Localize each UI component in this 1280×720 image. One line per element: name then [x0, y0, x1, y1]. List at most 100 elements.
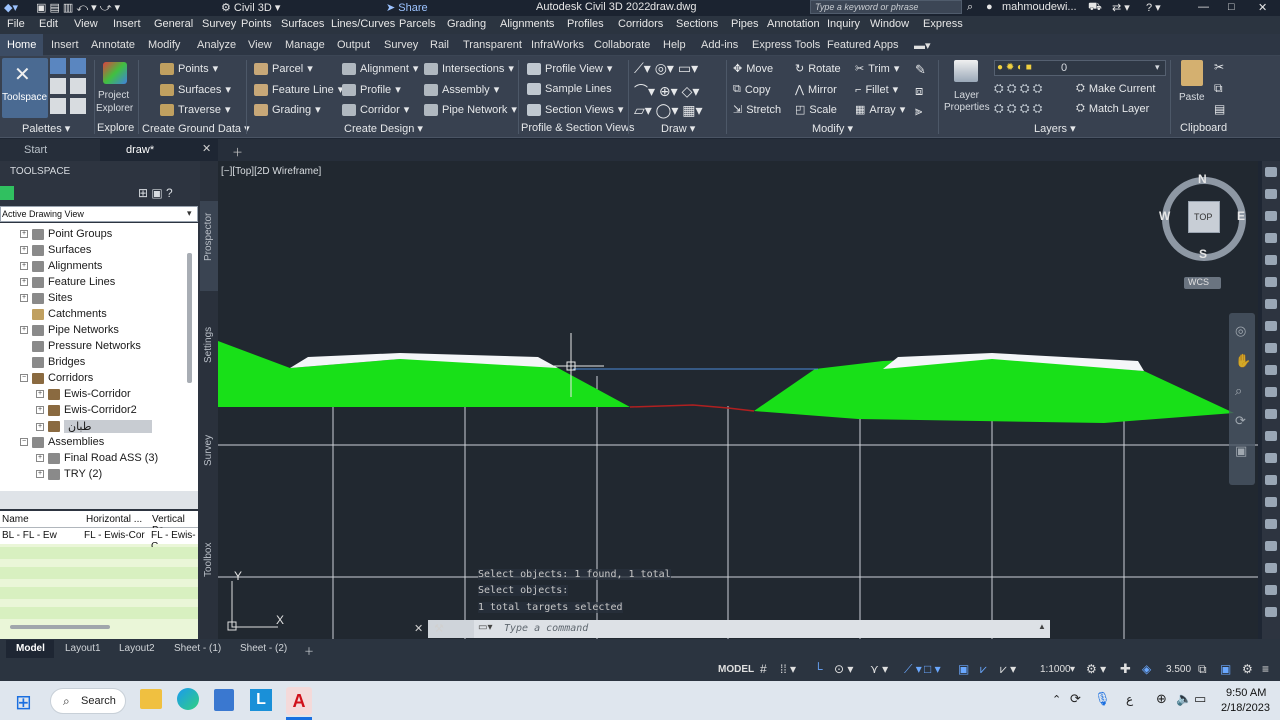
app-logo-icon[interactable]: ◆▾ — [4, 1, 18, 14]
mirror-button[interactable]: ⋀ Mirror — [795, 83, 837, 97]
close-tab-icon[interactable]: ✕ — [202, 142, 211, 155]
array-button[interactable]: ▦ Array ▾ — [855, 103, 905, 117]
panel-draw[interactable]: Draw ▾ — [661, 122, 695, 135]
tree-item-corridor-arabic[interactable]: + طبان — [36, 420, 152, 433]
pipe-network-button[interactable]: Pipe Network ▾ — [424, 103, 517, 116]
expand-icon[interactable]: + — [36, 390, 44, 398]
menu-grading[interactable]: Grading — [447, 18, 486, 30]
taskbar-search[interactable]: ⌕ Search — [50, 688, 126, 714]
cut-icon[interactable]: ✂ — [1214, 60, 1224, 74]
model-space-button[interactable]: MODEL — [718, 664, 754, 675]
tab-insert[interactable]: Insert — [51, 39, 79, 51]
expand-icon[interactable]: + — [20, 294, 28, 302]
menu-pipes[interactable]: Pipes — [731, 18, 759, 30]
tool-icon[interactable] — [1265, 475, 1277, 485]
compass-s[interactable]: S — [1199, 247, 1207, 261]
menu-express[interactable]: Express — [923, 18, 963, 30]
points-button[interactable]: Points ▾ — [160, 62, 218, 75]
osnap-icon[interactable]: □ ▾ — [924, 662, 941, 676]
menu-general[interactable]: General — [154, 18, 193, 30]
maximize-icon[interactable]: □ — [1228, 1, 1235, 13]
zoom-icon[interactable]: ⌕ — [1235, 383, 1242, 399]
section-views-button[interactable]: Section Views ▾ — [527, 103, 623, 116]
collapse-icon[interactable]: − — [20, 374, 28, 382]
annotation-scale-icon[interactable]: ⩗ ▾ — [1000, 662, 1016, 677]
tree-item-assemblies[interactable]: − Assemblies — [20, 436, 104, 448]
tree-item-alignments[interactable]: + Alignments — [20, 260, 102, 272]
tab-infraworks[interactable]: InfraWorks — [531, 39, 584, 51]
user-icon[interactable]: ● — [986, 1, 993, 13]
showmotion-icon[interactable]: ▣ — [1235, 443, 1247, 459]
tool-icon[interactable] — [1265, 431, 1277, 441]
draw-shape-tools[interactable]: ▱▾ ◯▾ ▦▾ — [634, 102, 703, 119]
polar-icon[interactable]: ⊙ ▾ — [834, 662, 853, 676]
tab-start[interactable]: Start — [24, 144, 47, 156]
tree-item-ewis-corridor[interactable]: + Ewis-Corridor — [36, 388, 131, 400]
command-input[interactable]: ▭▾ Type a command ▲ — [474, 620, 1050, 638]
layout-tab-layout1[interactable]: Layout1 — [65, 643, 101, 654]
table-row[interactable]: BL - FL - Ew FL - Ewis-Cor FL - Ewis-C — [0, 528, 198, 552]
scale-select[interactable]: 1:1000 — [1040, 664, 1071, 675]
menu-corridors[interactable]: Corridors — [618, 18, 663, 30]
draw-line-tools[interactable]: ⟋▾ ◎▾ ▭▾ — [634, 60, 698, 77]
tool-icon[interactable] — [1265, 321, 1277, 331]
side-tab-toolbox[interactable]: Toolbox — [203, 543, 214, 577]
layer-tools-row-2[interactable]: ⛭ ⛭ ⛭ ⛭ — [994, 101, 1042, 116]
ortho-icon[interactable]: └ — [814, 662, 823, 676]
modify-extra-tools-1[interactable]: ✎ — [915, 62, 926, 78]
battery-icon[interactable]: ▭ — [1194, 691, 1206, 707]
copy-button[interactable]: ⧉ Copy — [733, 83, 771, 96]
chevron-up-icon[interactable]: ⌃ — [1052, 693, 1061, 706]
new-layout-icon[interactable]: ＋ — [304, 643, 314, 658]
tree-item-pipe-networks[interactable]: + Pipe Networks — [20, 324, 119, 336]
tool-icon[interactable] — [1265, 607, 1277, 617]
gear-icon[interactable]: ⚙ ▾ — [1086, 662, 1106, 676]
layer-properties-button[interactable]: Layer Properties — [944, 58, 990, 118]
profile-button[interactable]: Profile ▾ — [342, 83, 401, 96]
tool-icon[interactable] — [1265, 585, 1277, 595]
tool-icon[interactable] — [1265, 211, 1277, 221]
make-current-button[interactable]: ⛭ Make Current — [1076, 82, 1155, 95]
tree-item-corridors[interactable]: − Corridors — [20, 372, 93, 384]
tool-icon[interactable] — [1265, 409, 1277, 419]
autocad-icon[interactable]: A — [286, 687, 312, 715]
menu-parcels[interactable]: Parcels — [399, 18, 436, 30]
tool-icon[interactable] — [1265, 233, 1277, 243]
panel-modify[interactable]: Modify ▾ — [812, 122, 853, 135]
tab-add-ins[interactable]: Add-ins — [701, 39, 738, 51]
drawing-viewport[interactable]: [−][Top][2D Wireframe] Y X TOP N S E W W… — [218, 161, 1258, 639]
tool-icon[interactable] — [1265, 343, 1277, 353]
tool-icon[interactable] — [1265, 277, 1277, 287]
tab-home[interactable]: Home — [0, 34, 44, 56]
surfaces-button[interactable]: Surfaces ▾ — [160, 83, 231, 96]
command-icon[interactable]: ▭▾ — [478, 622, 492, 633]
tool-icon[interactable] — [1265, 189, 1277, 199]
tab-annotate[interactable]: Annotate — [91, 39, 135, 51]
help-icon[interactable]: ? ▾ — [1146, 1, 1161, 14]
table-hscroll[interactable] — [10, 625, 110, 629]
assembly-button[interactable]: Assembly ▾ — [424, 83, 499, 96]
clock-date[interactable]: 2/18/2023 — [1221, 702, 1270, 714]
side-tab-prospector[interactable]: Prospector — [203, 213, 214, 261]
menu-points[interactable]: Points — [241, 18, 272, 30]
annotation-visibility-icon[interactable]: ⩗ — [980, 662, 987, 677]
modify-extra-tools-2[interactable]: ⧈ — [915, 83, 923, 99]
expand-icon[interactable]: + — [36, 454, 44, 462]
tree-item-final-road-ass[interactable]: + Final Road ASS (3) — [36, 452, 158, 464]
search-box[interactable]: Type a keyword or phrase — [810, 0, 962, 14]
stretch-button[interactable]: ⇲ Stretch — [733, 103, 781, 117]
tab-output[interactable]: Output — [337, 39, 370, 51]
toolspace-toolbar-icons[interactable]: ⊞ ▣ ? — [138, 186, 173, 200]
close-icon[interactable]: ✕ — [1258, 1, 1267, 14]
customize-status-icon[interactable]: ⚙ — [1242, 662, 1253, 676]
tool-icon[interactable] — [1265, 167, 1277, 177]
tree-item-surfaces[interactable]: + Surfaces — [20, 244, 91, 256]
tool-icon[interactable] — [1265, 387, 1277, 397]
add-icon[interactable]: ✚ — [1120, 661, 1131, 677]
tab-featured-apps[interactable]: Featured Apps — [827, 39, 899, 51]
layout-tab-layout2[interactable]: Layout2 — [119, 643, 155, 654]
tool-icon[interactable] — [1265, 365, 1277, 375]
tab-analyze[interactable]: Analyze — [197, 39, 236, 51]
palette-icon-6[interactable] — [70, 98, 86, 114]
scale-button[interactable]: ◰ Scale — [795, 103, 837, 117]
